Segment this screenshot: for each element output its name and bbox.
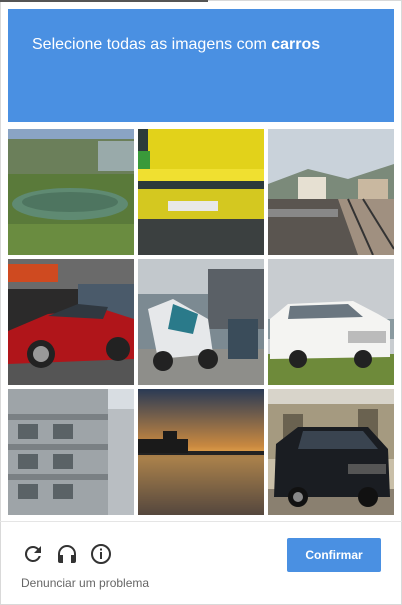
- tile-5[interactable]: [138, 259, 264, 385]
- motorcycle-image: [138, 259, 264, 385]
- prompt-prefix: Selecione todas as imagens com: [32, 36, 267, 53]
- confirm-button[interactable]: Confirmar: [287, 538, 381, 572]
- footer-divider: [0, 521, 402, 522]
- tile-6[interactable]: [268, 259, 394, 385]
- building-image: [8, 389, 134, 515]
- tile-4[interactable]: [8, 259, 134, 385]
- tile-1[interactable]: [8, 129, 134, 255]
- tile-7[interactable]: [8, 389, 134, 515]
- tile-9[interactable]: [268, 389, 394, 515]
- car-image: [8, 259, 134, 385]
- prompt-target: carros: [271, 36, 321, 53]
- boat-image: [8, 129, 134, 255]
- report-problem-link[interactable]: Denunciar um problema: [21, 576, 149, 590]
- top-bar: [0, 0, 208, 2]
- machinery-image: [138, 129, 264, 255]
- info-icon[interactable]: [89, 542, 113, 566]
- sunset-image: [138, 389, 264, 515]
- tile-2[interactable]: [138, 129, 264, 255]
- challenge-prompt: Selecione todas as imagens com carros: [32, 35, 320, 55]
- tile-3[interactable]: [268, 129, 394, 255]
- car-image: [268, 389, 394, 515]
- challenge-header: Selecione todas as imagens com carros: [8, 9, 394, 122]
- reload-icon[interactable]: [21, 542, 45, 566]
- audio-icon[interactable]: [55, 542, 79, 566]
- car-image: [268, 259, 394, 385]
- tile-8[interactable]: [138, 389, 264, 515]
- railway-image: [268, 129, 394, 255]
